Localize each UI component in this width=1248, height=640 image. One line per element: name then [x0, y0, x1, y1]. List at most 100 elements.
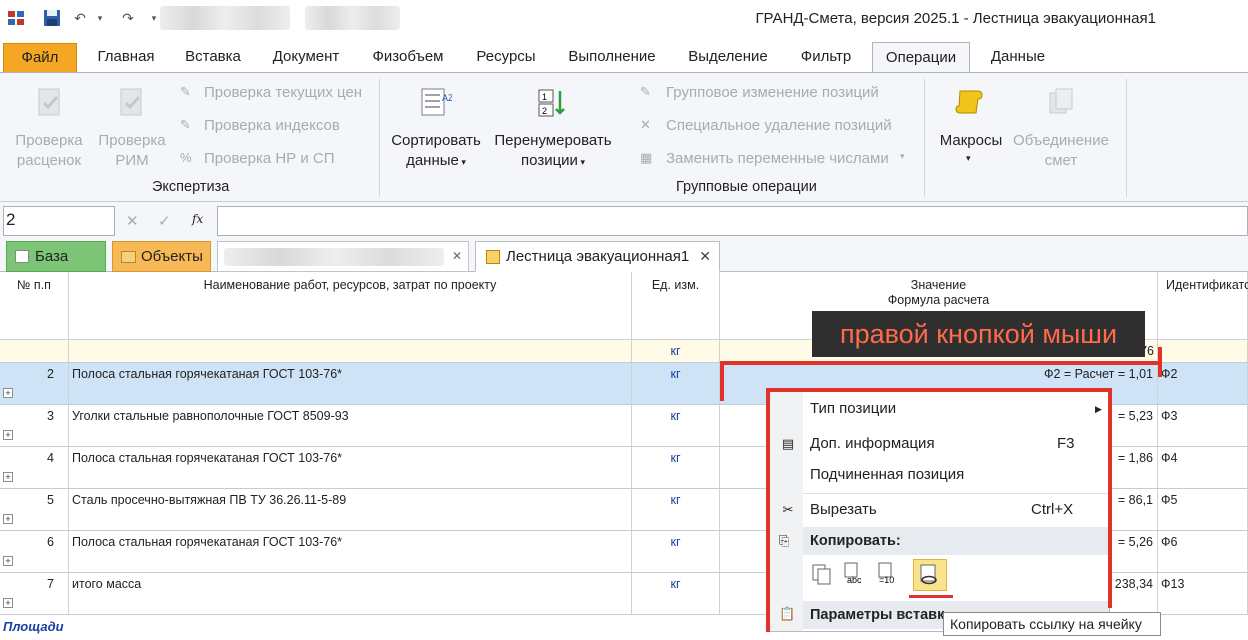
- menu-divider: [803, 493, 1109, 494]
- menu-shortcut: F3: [1057, 435, 1075, 452]
- cell-id: [1158, 340, 1248, 362]
- sort-data-button[interactable]: Сортировать данные ▾: [388, 131, 484, 172]
- expand-row-icon[interactable]: +: [3, 430, 13, 440]
- tab-base-label: База: [35, 248, 69, 265]
- tab-document[interactable]: Документ: [262, 42, 350, 72]
- menu-item-sub-position[interactable]: Подчиненная позиция: [769, 460, 1109, 490]
- app-grid-icon[interactable]: [6, 8, 26, 28]
- cancel-formula-icon[interactable]: ✕: [126, 212, 139, 230]
- tab-document-active[interactable]: Лестница эвакуационная1 ✕: [475, 241, 720, 272]
- svg-text:2: 2: [542, 106, 547, 116]
- menu-label: Подчиненная позиция: [810, 466, 965, 483]
- expand-row-icon[interactable]: +: [3, 514, 13, 524]
- macros-button[interactable]: Макросы: [934, 131, 1008, 151]
- header-id[interactable]: Идентификатор: [1158, 272, 1248, 340]
- copy-cell-link-icon[interactable]: [913, 559, 947, 591]
- paste-icon: 📋: [779, 606, 796, 621]
- check-prices-icon: [38, 88, 60, 116]
- check-nr-sp-icon: %: [180, 150, 192, 165]
- replace-vars-dropdown-icon[interactable]: ▾: [900, 151, 905, 162]
- tab-operations[interactable]: Операции: [872, 42, 970, 72]
- group-label-expertise: Экспертиза: [152, 179, 230, 195]
- macros-dropdown-icon[interactable]: ▾: [966, 153, 971, 164]
- tab-selection[interactable]: Выделение: [678, 42, 778, 72]
- tab-resources[interactable]: Ресурсы: [466, 42, 546, 72]
- tab-blurred-document[interactable]: ✕: [217, 241, 469, 272]
- base-icon: [15, 250, 29, 263]
- group-separator: [1126, 79, 1127, 197]
- tooltip: Копировать ссылку на ячейку: [943, 612, 1161, 636]
- sort-data-icon: AZ: [421, 88, 452, 116]
- header-num[interactable]: № п.п: [0, 272, 69, 340]
- menu-item-position-type[interactable]: Тип позиции ▶: [769, 394, 1109, 424]
- undo-dropdown-icon[interactable]: ▾: [90, 8, 110, 28]
- cell-name: итого масса: [69, 573, 632, 614]
- svg-text:1: 1: [542, 92, 547, 102]
- check-rim-button[interactable]: Проверка РИМ: [94, 131, 170, 171]
- special-delete-icon: ✕: [640, 117, 651, 132]
- tab-insert[interactable]: Вставка: [176, 42, 250, 72]
- merge-estimates-button[interactable]: Объединение смет: [1010, 131, 1112, 171]
- cell-highlight-top: [720, 361, 1162, 365]
- close-tab-icon[interactable]: ✕: [699, 242, 711, 271]
- tab-filter[interactable]: Фильтр: [788, 42, 864, 72]
- cell-name: Полоса стальная горячекатаная ГОСТ 103-7…: [69, 531, 632, 572]
- close-tab-icon[interactable]: ✕: [452, 242, 462, 271]
- cell-id: Ф13: [1158, 573, 1248, 614]
- ribbon-tabs: Файл Главная Вставка Документ Физобъем Р…: [0, 40, 1248, 72]
- check-indices-button[interactable]: Проверка индексов: [204, 117, 340, 134]
- special-delete-button[interactable]: Специальное удаление позиций: [666, 117, 892, 134]
- merge-estimates-icon: [1049, 88, 1073, 114]
- tab-objects[interactable]: Объекты: [112, 241, 211, 272]
- replace-vars-icon: ▦: [640, 150, 653, 165]
- header-value-line1: Значение: [910, 278, 967, 292]
- cell-num: [0, 340, 69, 362]
- folder-icon: [121, 251, 136, 263]
- expand-row-icon[interactable]: +: [3, 598, 13, 608]
- accept-formula-icon[interactable]: ✓: [158, 212, 171, 230]
- formula-input[interactable]: [217, 206, 1248, 236]
- renumber-button[interactable]: Перенумеровать позиции ▾: [490, 131, 616, 172]
- group-change-button[interactable]: Групповое изменение позиций: [666, 84, 879, 101]
- save-icon[interactable]: [42, 8, 62, 28]
- menu-label: Тип позиции: [810, 400, 897, 417]
- formula-bar: 2 ✕ ✓ fx: [0, 202, 1248, 238]
- cell-name: Уголки стальные равнополочные ГОСТ 8509-…: [69, 405, 632, 446]
- tab-physical-volume[interactable]: Физобъем: [360, 42, 456, 72]
- cell-highlight-left: [720, 361, 724, 401]
- context-menu: Тип позиции ▶ ▤ Доп. информация F3 Подчи…: [768, 390, 1110, 632]
- check-nr-sp-button[interactable]: Проверка НР и СП: [204, 150, 335, 167]
- copy-numbers-icon[interactable]: =10: [877, 561, 903, 587]
- header-name[interactable]: Наименование работ, ресурсов, затрат по …: [69, 272, 632, 340]
- tab-base[interactable]: База: [6, 241, 106, 272]
- tab-execution[interactable]: Выполнение: [556, 42, 668, 72]
- menu-item-cut[interactable]: ✂ Вырезать Ctrl+X: [769, 495, 1109, 525]
- estimate-icon: [486, 250, 500, 264]
- expand-row-icon[interactable]: +: [3, 556, 13, 566]
- document-tabs: База Объекты ✕ Лестница эвакуационная1 ✕: [0, 238, 1248, 272]
- menu-shortcut: Ctrl+X: [1031, 501, 1074, 518]
- check-prices-button[interactable]: Проверка расценок: [8, 131, 90, 171]
- cell-id: Ф4: [1158, 447, 1248, 488]
- check-rim-icon: [120, 88, 142, 116]
- check-current-prices-icon: ✎: [180, 84, 191, 99]
- tab-file[interactable]: Файл: [3, 43, 77, 72]
- expand-row-icon[interactable]: +: [3, 388, 13, 398]
- copy-values-icon[interactable]: abc: [843, 561, 869, 587]
- check-current-prices-button[interactable]: Проверка текущих цен: [204, 84, 362, 101]
- header-unit[interactable]: Ед. изм.: [632, 272, 720, 340]
- undo-icon[interactable]: ↶: [70, 8, 90, 28]
- replace-vars-button[interactable]: Заменить переменные числами: [666, 150, 889, 167]
- redo-icon[interactable]: ↷: [118, 8, 138, 28]
- tab-home[interactable]: Главная: [86, 42, 166, 72]
- header-value-line2: Формула расчета: [887, 293, 990, 307]
- copy-icon[interactable]: [809, 561, 835, 587]
- copy-link-underline: [909, 595, 953, 598]
- tab-data[interactable]: Данные: [978, 42, 1058, 72]
- menu-item-extra-info[interactable]: ▤ Доп. информация F3: [769, 429, 1109, 459]
- fx-icon[interactable]: fx: [192, 212, 203, 226]
- renumber-icon: 12: [538, 89, 565, 117]
- name-box[interactable]: 2: [3, 206, 115, 236]
- menu-label: Вырезать: [810, 501, 877, 518]
- expand-row-icon[interactable]: +: [3, 472, 13, 482]
